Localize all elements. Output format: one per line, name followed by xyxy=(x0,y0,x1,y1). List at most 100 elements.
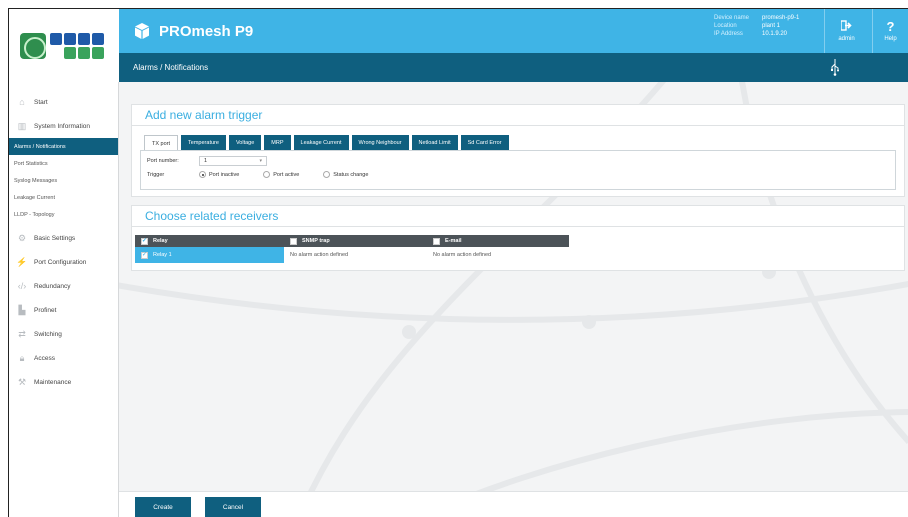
sidebar-item-maintenance[interactable]: ⚒ Maintenance xyxy=(9,370,118,394)
trigger-label: Trigger xyxy=(147,171,165,178)
table-header: ✓ Relay SNMP trap E-mail xyxy=(135,235,569,247)
plug-icon: ⚡ xyxy=(16,256,28,267)
location-label: Location xyxy=(714,23,737,29)
logo xyxy=(9,9,119,82)
location-value: plant 1 xyxy=(762,23,781,29)
checkbox-relay-1[interactable]: ✓ xyxy=(141,251,148,259)
ip-label: IP Address xyxy=(714,31,743,37)
sidebar-item-label: Access xyxy=(34,354,55,362)
column-label: Relay xyxy=(153,238,168,244)
checkbox-email-all[interactable] xyxy=(433,237,440,245)
chevron-down-icon: ▾ xyxy=(259,158,262,164)
lock-icon: 🔒︎ xyxy=(19,352,25,363)
footer-bar: Create Cancel xyxy=(119,491,908,517)
device-name-value: promesh-p9-1 xyxy=(762,15,800,21)
breadcrumb: Alarms / Notifications xyxy=(133,63,209,72)
trigger-row: Trigger Port inactive Port active Status… xyxy=(147,171,392,178)
radio-dot xyxy=(199,171,206,178)
globe-icon xyxy=(20,32,46,59)
tab-leakage-current[interactable]: Leakage Current xyxy=(293,135,349,150)
radio-status-change[interactable]: Status change xyxy=(323,171,368,178)
admin-label: admin xyxy=(838,36,855,42)
sidebar-item-basic-settings[interactable]: ⚙ Basic Settings xyxy=(9,226,118,250)
snmp-cell: No alarm action defined xyxy=(290,252,349,258)
port-number-value: 1 xyxy=(204,158,208,164)
receivers-title: Choose related receivers xyxy=(132,206,904,227)
app-title: PROmesh P9 xyxy=(159,22,254,40)
sidebar-item-start[interactable]: ⌂ Start xyxy=(9,90,118,114)
receivers-table: ✓ Relay SNMP trap E-mail ✓ Relay 1 No al… xyxy=(135,235,569,263)
box-icon xyxy=(133,22,151,40)
home-icon: ⌂ xyxy=(19,97,25,107)
column-email[interactable]: E-mail xyxy=(427,235,569,247)
radio-label: Port active xyxy=(273,171,300,178)
create-button[interactable]: Create xyxy=(135,497,191,517)
sidebar-item-port-statistics[interactable]: Port Statistics xyxy=(9,155,118,172)
port-number-row: Port number: 1 ▾ xyxy=(147,156,267,166)
sidebar-item-label: Port Configuration xyxy=(34,258,87,266)
column-label: SNMP trap xyxy=(302,238,330,244)
relay-name: Relay 1 xyxy=(153,252,172,258)
sidebar-item-lldp-topology[interactable]: LLDP - Topology xyxy=(9,206,118,223)
sidebar-item-leakage-current[interactable]: Leakage Current xyxy=(9,189,118,206)
checkbox-snmp-all[interactable] xyxy=(290,237,297,245)
sidebar-item-label: Port Statistics xyxy=(14,160,48,167)
sidebar-item-label: System Information xyxy=(34,122,90,130)
receivers-card: Choose related receivers ✓ Relay SNMP tr… xyxy=(131,205,905,271)
usb-icon[interactable] xyxy=(830,59,840,76)
sidebar-item-label: Switching xyxy=(34,330,62,338)
tab-sd-card-error[interactable]: Sd Card Error xyxy=(460,135,509,150)
tab-wrong-neighbour[interactable]: Wrong Neighbour xyxy=(351,135,409,150)
sidebar-item-syslog-messages[interactable]: Syslog Messages xyxy=(9,172,118,189)
sidebar-item-label: Start xyxy=(34,98,48,106)
help-label: Help xyxy=(884,36,897,42)
sidebar-item-alarms-notifications[interactable]: Alarms / Notifications xyxy=(9,138,118,155)
radio-dot xyxy=(263,171,271,178)
trigger-tabs: TX port Temperature Voltage MRP Leakage … xyxy=(144,135,509,151)
radio-label: Status change xyxy=(333,171,369,178)
tab-voltage[interactable]: Voltage xyxy=(228,135,262,150)
relay-cell[interactable]: ✓ Relay 1 xyxy=(135,247,284,263)
sidebar: ⌂ Start ▥ System Information Alarms / No… xyxy=(9,82,119,517)
tab-netload-limit[interactable]: Netload Limit xyxy=(411,135,458,150)
cancel-button[interactable]: Cancel xyxy=(205,497,261,517)
column-label: E-mail xyxy=(445,238,462,244)
app-title-area: PROmesh P9 xyxy=(133,9,253,53)
sidebar-item-label: LLDP - Topology xyxy=(14,211,55,218)
shuffle-icon: ⇄ xyxy=(18,328,26,339)
radio-dot xyxy=(323,171,331,178)
sidebar-item-switching[interactable]: ⇄ Switching xyxy=(9,322,118,346)
main-content: Add new alarm trigger TX port Temperatur… xyxy=(119,82,908,517)
radio-port-active[interactable]: Port active xyxy=(263,171,299,178)
sidebar-item-label: Basic Settings xyxy=(34,234,76,242)
email-cell: No alarm action defined xyxy=(433,252,492,258)
sidebar-item-label: Redundancy xyxy=(34,282,71,290)
radio-port-inactive[interactable]: Port inactive xyxy=(199,171,239,178)
sidebar-item-access[interactable]: 🔒︎ Access xyxy=(9,346,118,370)
tab-mrp[interactable]: MRP xyxy=(264,135,291,150)
sidebar-item-system-information[interactable]: ▥ System Information xyxy=(9,114,118,138)
tab-tx-port[interactable]: TX port xyxy=(144,135,179,151)
gear-icon: ⚙ xyxy=(17,232,27,243)
table-row: ✓ Relay 1 No alarm action defined No ala… xyxy=(135,247,569,263)
column-relay[interactable]: ✓ Relay xyxy=(135,235,284,247)
checkbox-relay-all[interactable]: ✓ xyxy=(141,237,148,245)
sub-bar: Alarms / Notifications xyxy=(119,53,908,82)
sidebar-item-port-configuration[interactable]: ⚡ Port Configuration xyxy=(9,250,118,274)
column-snmp-trap[interactable]: SNMP trap xyxy=(284,235,427,247)
logout-icon xyxy=(840,20,852,33)
factory-icon: ▙ xyxy=(18,304,26,315)
alarm-trigger-card: Add new alarm trigger TX port Temperatur… xyxy=(131,104,905,197)
code-icon: ‹/› xyxy=(17,281,27,291)
sidebar-item-redundancy[interactable]: ‹/› Redundancy xyxy=(9,274,118,298)
sidebar-item-profinet[interactable]: ▙ Profinet xyxy=(9,298,118,322)
logout-button[interactable]: admin xyxy=(824,9,868,53)
device-name-label: Device name xyxy=(714,15,750,21)
ip-value: 10.1.9.20 xyxy=(762,31,788,37)
tx-port-panel: Port number: 1 ▾ Trigger Port inactive P… xyxy=(140,150,896,190)
help-button[interactable]: ? Help xyxy=(872,9,908,53)
tab-temperature[interactable]: Temperature xyxy=(181,135,226,150)
port-number-select[interactable]: 1 ▾ xyxy=(199,156,267,166)
sidebar-item-label: Alarms / Notifications xyxy=(14,143,66,150)
sidebar-item-label: Syslog Messages xyxy=(14,177,58,184)
